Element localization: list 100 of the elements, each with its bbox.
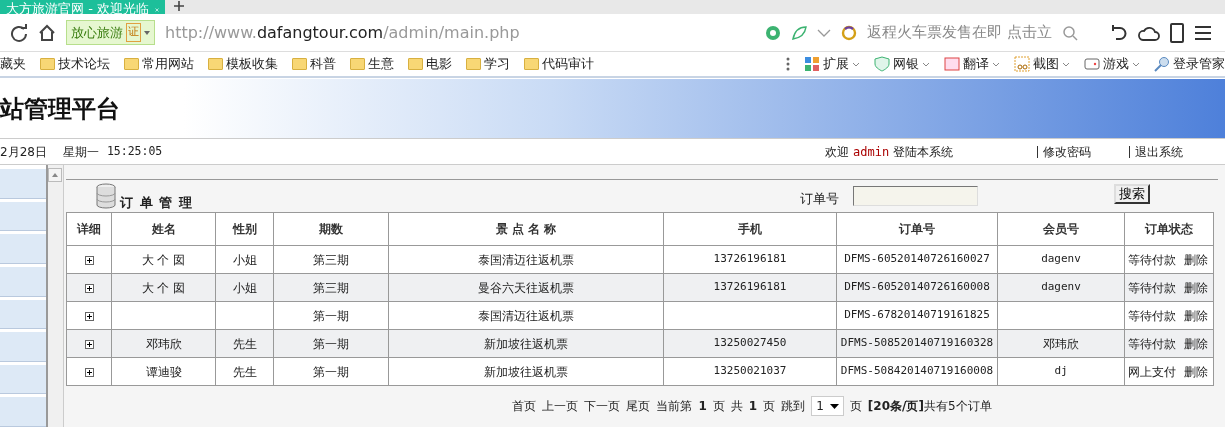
pager-link[interactable]: 首页 xyxy=(512,397,537,415)
nav-link[interactable]: 修改密码 xyxy=(1043,142,1091,161)
pager-text: 跳到 xyxy=(781,398,806,415)
bookmark[interactable]: 学习 xyxy=(466,54,510,74)
search-icon[interactable] xyxy=(1061,24,1078,41)
toolbar-item[interactable]: 登录管家 xyxy=(1173,54,1225,74)
total-pages: 1 xyxy=(748,398,758,415)
bookmark[interactable]: 藏夹 xyxy=(0,54,26,74)
table-cell: 先生 xyxy=(215,357,274,386)
menu-icon[interactable] xyxy=(1193,24,1212,41)
pager-link[interactable]: 下一页 xyxy=(584,397,621,415)
pager-text: 页 xyxy=(849,398,862,415)
column-header: 会员号 xyxy=(997,212,1125,246)
shield-icon xyxy=(874,56,890,72)
expand-icon[interactable] xyxy=(84,339,94,349)
search-label: 订单号 xyxy=(800,189,839,208)
new-tab-icon[interactable] xyxy=(173,0,185,12)
caret-icon[interactable] xyxy=(992,61,1000,67)
table-cell: 13726196181 xyxy=(663,245,837,274)
search-button[interactable]: 搜索 xyxy=(1114,184,1150,204)
bookmark[interactable]: 技术论坛 xyxy=(40,54,110,74)
expand-icon[interactable] xyxy=(84,283,94,293)
bookmark[interactable]: 常用网站 xyxy=(124,54,194,74)
table-cell: 谭迪骏 xyxy=(111,357,216,386)
database-icon xyxy=(96,183,116,209)
toolbar-item[interactable]: 扩展 xyxy=(823,54,849,74)
bookmark[interactable]: 代码审计 xyxy=(524,54,594,74)
table-cell: DFMS-508520140719160328 xyxy=(836,329,998,358)
status-text: 网上支付 xyxy=(1128,364,1176,379)
caret-icon[interactable] xyxy=(852,61,860,67)
toolbar-item[interactable]: 截图 xyxy=(1033,54,1059,74)
pager-text: 页 xyxy=(763,398,776,415)
key-icon xyxy=(1154,56,1170,72)
status-text: 等待付款 xyxy=(1128,336,1176,351)
column-header: 详细 xyxy=(66,212,112,246)
column-header: 订单号 xyxy=(836,212,998,246)
pager-link[interactable]: 尾页 xyxy=(626,397,651,415)
bookmark[interactable]: 生意 xyxy=(350,54,394,74)
expand-icon[interactable] xyxy=(84,367,94,377)
phone-icon[interactable] xyxy=(1169,22,1184,43)
expand-icon[interactable] xyxy=(84,311,94,321)
table-cell: 13726196181 xyxy=(663,273,837,302)
scissors-icon xyxy=(1014,56,1030,72)
per-page-text: [20条/页] xyxy=(867,398,924,415)
toolbar-item[interactable]: 游戏 xyxy=(1103,54,1129,74)
expand-icon[interactable] xyxy=(84,255,94,265)
search-logo-icon xyxy=(841,24,857,41)
nav-link[interactable]: 退出系统 xyxy=(1135,142,1183,161)
column-header: 期数 xyxy=(273,212,389,246)
home-icon[interactable] xyxy=(38,23,56,42)
current-page: 1 xyxy=(698,398,707,415)
table-cell: 第三期 xyxy=(273,273,389,302)
weekday-text: 星期一 xyxy=(62,143,99,161)
cloud-icon[interactable] xyxy=(1137,24,1160,41)
toolbar-item[interactable]: 翻译 xyxy=(963,54,989,74)
search-placeholder[interactable]: 返程火车票发售在即 点击立 xyxy=(867,21,1052,44)
time-text: 15:25:05 xyxy=(106,142,163,160)
delete-link[interactable]: 删除 xyxy=(1184,280,1208,295)
table-cell: 新加坡往返机票 xyxy=(388,357,664,386)
order-number-field[interactable] xyxy=(853,186,978,206)
table-cell: DFMS-60520140726160008 xyxy=(836,273,998,302)
url-field[interactable]: http://www.dafangtour.com/admin/main.php xyxy=(165,20,755,45)
table-cell: 小姐 xyxy=(215,273,274,302)
caret-icon[interactable] xyxy=(1062,61,1070,67)
caret-icon xyxy=(144,30,150,35)
caret-icon[interactable] xyxy=(922,61,930,67)
date-text: 2月28日 xyxy=(0,143,47,161)
delete-link[interactable]: 删除 xyxy=(1184,308,1208,323)
table-cell: 大 个 囡 xyxy=(111,245,216,274)
pager-text: 当前第 xyxy=(656,398,693,415)
translate-icon xyxy=(944,56,960,72)
chevron-down-icon[interactable] xyxy=(817,27,831,38)
table-cell: 第一期 xyxy=(273,301,389,330)
reload-icon[interactable] xyxy=(10,23,28,42)
scroll-up-icon[interactable] xyxy=(48,167,62,182)
delete-link[interactable]: 删除 xyxy=(1184,336,1208,351)
bookmark[interactable]: 科普 xyxy=(292,54,336,74)
more-icon[interactable] xyxy=(786,57,790,71)
security-badge[interactable]: 放心旅游 证 xyxy=(66,19,155,46)
bookmark[interactable]: 模板收集 xyxy=(208,54,278,74)
table-cell: 先生 xyxy=(215,329,274,358)
table-cell: dagenv xyxy=(997,245,1125,274)
table-cell: DFMS-508420140719160008 xyxy=(836,357,998,386)
column-header: 手机 xyxy=(663,212,837,246)
pager-link[interactable]: 上一页 xyxy=(542,397,579,415)
table-cell: 大 个 囡 xyxy=(111,273,216,302)
delete-link[interactable]: 删除 xyxy=(1184,252,1208,267)
delete-link[interactable]: 删除 xyxy=(1184,364,1208,379)
table-cell: dagenv xyxy=(997,273,1125,302)
caret-icon[interactable] xyxy=(1132,61,1140,67)
caret-icon xyxy=(829,403,839,409)
page-select[interactable]: 1 xyxy=(811,396,844,416)
page-title: 站管理平台 xyxy=(0,78,1225,138)
table-cell: 第三期 xyxy=(273,245,389,274)
toolbar-item[interactable]: 网银 xyxy=(893,54,919,74)
table-cell: 第一期 xyxy=(273,329,389,358)
table-cell: 小姐 xyxy=(215,245,274,274)
table-cell: DFMS-60520140726160027 xyxy=(836,245,998,274)
table-cell: 邓玮欣 xyxy=(997,329,1125,358)
bookmark[interactable]: 电影 xyxy=(408,54,452,74)
